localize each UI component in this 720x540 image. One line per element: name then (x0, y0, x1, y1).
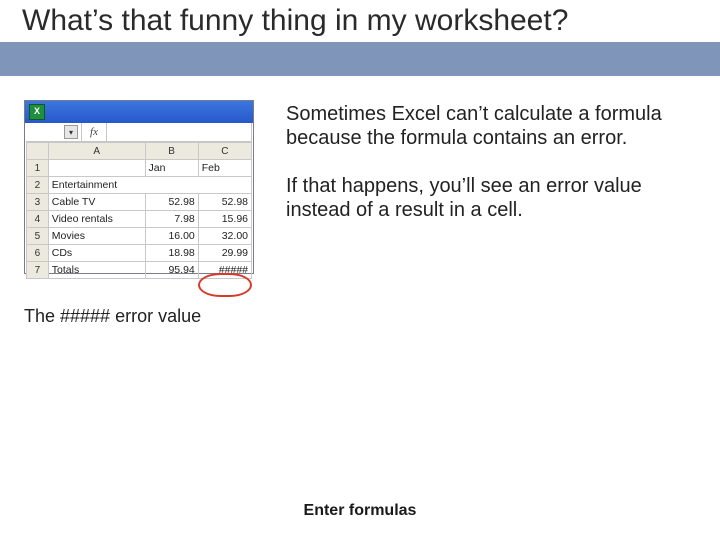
paragraph: Sometimes Excel can’t calculate a formul… (286, 102, 686, 150)
cell: Cable TV (48, 194, 145, 211)
fx-icon: fx (82, 123, 107, 141)
cell: 7.98 (145, 211, 198, 228)
col-header-C: C (198, 143, 251, 160)
cell (48, 160, 145, 177)
formula-input (107, 123, 252, 141)
excel-screenshot: X ▾ fx A B (24, 100, 254, 274)
cell-error: ##### (198, 262, 251, 279)
cell: Jan (145, 160, 198, 177)
cell: CDs (48, 245, 145, 262)
cell: 52.98 (145, 194, 198, 211)
excel-app-icon: X (29, 104, 45, 120)
cell: Feb (198, 160, 251, 177)
table-row: 1 Jan Feb (27, 160, 252, 177)
slide-title: What’s that funny thing in my worksheet? (22, 4, 568, 38)
col-header-B: B (145, 143, 198, 160)
cell: 95.94 (145, 262, 198, 279)
row-header: 6 (27, 245, 49, 262)
cell: 15.96 (198, 211, 251, 228)
name-box: ▾ (26, 123, 82, 141)
slide-footer: Enter formulas (0, 502, 720, 520)
body-copy: Sometimes Excel can’t calculate a formul… (286, 102, 686, 246)
row-header: 4 (27, 211, 49, 228)
row-header: 3 (27, 194, 49, 211)
paragraph: If that happens, you’ll see an error val… (286, 174, 686, 222)
spreadsheet-grid: A B C 1 Jan Feb 2 Entertainment 3 Cable … (26, 142, 252, 279)
table-row: 6 CDs 18.98 29.99 (27, 245, 252, 262)
table-row: 5 Movies 16.00 32.00 (27, 228, 252, 245)
slide: What’s that funny thing in my worksheet?… (0, 0, 720, 540)
title-band (0, 42, 720, 76)
cell: Video rentals (48, 211, 145, 228)
column-header-row: A B C (27, 143, 252, 160)
excel-client-area: ▾ fx A B C 1 (26, 123, 252, 272)
cell: 32.00 (198, 228, 251, 245)
screenshot-caption: The ##### error value (24, 306, 201, 327)
row-header: 5 (27, 228, 49, 245)
formula-bar: ▾ fx (26, 123, 252, 142)
cell: Totals (48, 262, 145, 279)
cell: 52.98 (198, 194, 251, 211)
cell: 16.00 (145, 228, 198, 245)
row-header: 1 (27, 160, 49, 177)
cell: Entertainment (48, 177, 251, 194)
table-row: 2 Entertainment (27, 177, 252, 194)
select-all-corner (27, 143, 49, 160)
table-row: 7 Totals 95.94 ##### (27, 262, 252, 279)
name-box-dropdown-icon: ▾ (64, 125, 78, 139)
table-row: 3 Cable TV 52.98 52.98 (27, 194, 252, 211)
cell: 29.99 (198, 245, 251, 262)
row-header: 7 (27, 262, 49, 279)
col-header-A: A (48, 143, 145, 160)
cell: 18.98 (145, 245, 198, 262)
window-titlebar: X (25, 101, 253, 123)
cell: Movies (48, 228, 145, 245)
table-row: 4 Video rentals 7.98 15.96 (27, 211, 252, 228)
row-header: 2 (27, 177, 49, 194)
